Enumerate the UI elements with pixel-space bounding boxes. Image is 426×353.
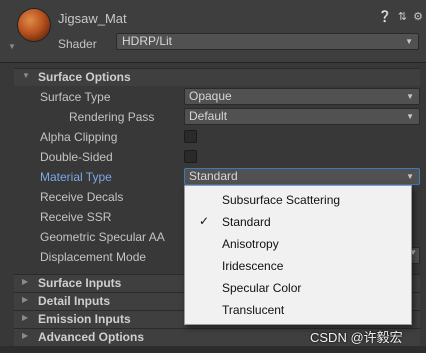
surface-type-value: Opaque (189, 89, 232, 103)
row-surface-type: Surface Type Opaque ▼ (14, 87, 420, 107)
shader-dropdown-value: HDRP/Lit (122, 34, 173, 48)
help-icon[interactable]: ❔ (378, 10, 392, 23)
shader-label: Shader (58, 37, 97, 51)
receive-ssr-label: Receive SSR (40, 210, 112, 224)
menu-option-label: Subsurface Scattering (222, 193, 341, 207)
menu-option-iridescence[interactable]: Iridescence (185, 255, 411, 277)
collapsed-arrow-icon: ▶ (22, 313, 29, 322)
row-rendering-pass: Rendering Pass Default ▼ (14, 107, 420, 127)
collapsed-arrow-icon: ▶ (22, 277, 29, 286)
menu-option-standard[interactable]: ✓ Standard (185, 211, 411, 233)
menu-option-label: Iridescence (222, 259, 284, 273)
section-title: Detail Inputs (38, 294, 111, 308)
double-sided-checkbox[interactable] (184, 150, 197, 163)
material-type-value: Standard (189, 169, 238, 183)
bottom-bar (0, 346, 426, 353)
menu-option-anisotropy[interactable]: Anisotropy (185, 233, 411, 255)
chevron-down-icon: ▼ (406, 172, 414, 181)
section-title: Surface Inputs (38, 276, 122, 290)
chevron-down-icon: ▼ (406, 112, 414, 121)
surface-type-label: Surface Type (40, 90, 111, 104)
chevron-down-icon: ▼ (405, 37, 413, 46)
chevron-down-icon: ▼ (406, 92, 414, 101)
material-type-label: Material Type (40, 170, 112, 184)
alpha-clipping-checkbox[interactable] (184, 130, 197, 143)
material-preview-icon (18, 9, 50, 41)
row-double-sided: Double-Sided (14, 147, 420, 167)
shader-dropdown[interactable]: HDRP/Lit ▼ (116, 33, 419, 50)
header-foldout-arrow-icon[interactable]: ▼ (8, 42, 16, 51)
section-title: Emission Inputs (38, 312, 131, 326)
section-surface-options[interactable]: ▼ Surface Options (14, 68, 420, 86)
surface-type-dropdown[interactable]: Opaque ▼ (184, 88, 420, 105)
rendering-pass-label: Rendering Pass (69, 110, 155, 124)
menu-option-label: Anisotropy (222, 237, 279, 251)
displacement-mode-label: Displacement Mode (40, 250, 147, 264)
menu-option-label: Specular Color (222, 281, 302, 295)
section-title: Surface Options (38, 70, 131, 84)
collapsed-arrow-icon: ▶ (22, 295, 29, 304)
geometric-specular-aa-label: Geometric Specular AA (40, 230, 165, 244)
double-sided-label: Double-Sided (40, 150, 113, 164)
material-header: Jigsaw_Mat ❔ ⇅ ⚙ ▼ Shader HDRP/Lit ▼ (0, 0, 426, 63)
receive-decals-label: Receive Decals (40, 190, 124, 204)
row-alpha-clipping: Alpha Clipping (14, 127, 420, 147)
header-icons: ❔ ⇅ ⚙ (378, 10, 423, 23)
preset-icon[interactable]: ⇅ (398, 10, 407, 23)
menu-option-label: Translucent (222, 303, 285, 317)
checkmark-icon: ✓ (199, 214, 210, 228)
settings-icon[interactable]: ⚙ (413, 10, 423, 23)
menu-option-label: Standard (222, 215, 271, 229)
collapsed-arrow-icon: ▶ (22, 331, 29, 340)
material-name: Jigsaw_Mat (58, 11, 127, 26)
menu-option-translucent[interactable]: Translucent (185, 299, 411, 321)
watermark: CSDN @许毅宏 (310, 330, 403, 345)
section-title: Advanced Options (38, 330, 145, 344)
menu-option-specular-color[interactable]: Specular Color (185, 277, 411, 299)
row-material-type: Material Type Standard ▼ (14, 167, 420, 187)
alpha-clipping-label: Alpha Clipping (40, 130, 118, 144)
rendering-pass-dropdown[interactable]: Default ▼ (184, 108, 420, 125)
material-type-menu: Subsurface Scattering ✓ Standard Anisotr… (184, 185, 412, 325)
expanded-arrow-icon: ▼ (22, 71, 30, 80)
rendering-pass-value: Default (189, 109, 228, 123)
material-type-dropdown[interactable]: Standard ▼ (184, 168, 420, 185)
menu-option-subsurface-scattering[interactable]: Subsurface Scattering (185, 189, 411, 211)
